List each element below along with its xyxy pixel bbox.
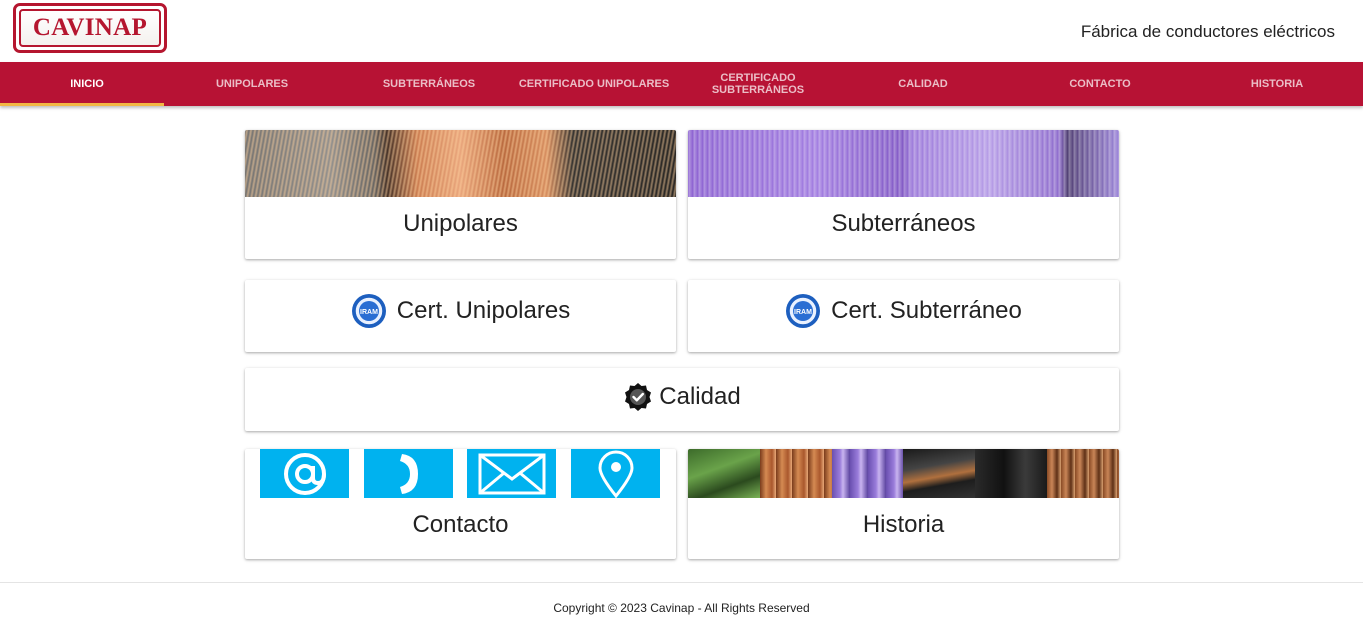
card-title: Unipolares <box>403 210 518 237</box>
card-cert-unipolares[interactable]: IRAM Cert. Unipolares <box>245 280 676 352</box>
nav-item-inicio[interactable]: INICIO <box>10 62 164 106</box>
nav-item-unipolares[interactable]: UNIPOLARES <box>175 62 329 106</box>
nav-item-certificado-subterraneos[interactable]: CERTIFICADO SUBTERRÁNEOS <box>700 62 816 106</box>
card-title: Cert. Subterráneo <box>831 297 1022 324</box>
nav-item-certificado-unipolares[interactable]: CERTIFICADO UNIPOLARES <box>508 62 680 106</box>
card-contacto[interactable]: Contacto <box>245 449 676 559</box>
card-title: Calidad <box>659 383 741 410</box>
card-title: Historia <box>862 511 945 538</box>
card-title: Contacto <box>412 511 509 538</box>
tagline: Fábrica de conductores eléctricos <box>1080 22 1335 41</box>
at-icon <box>260 449 349 498</box>
nav-item-subterraneos[interactable]: SUBTERRÁNEOS <box>352 62 506 106</box>
iram-seal-icon: IRAM <box>351 294 386 328</box>
svg-text:IRAM: IRAM <box>360 309 378 316</box>
nav-item-calidad[interactable]: CALIDAD <box>846 62 1000 106</box>
main-nav: INICIO UNIPOLARES SUBTERRÁNEOS CERTIFICA… <box>0 62 1363 106</box>
phone-icon <box>364 449 453 498</box>
card-subterraneos[interactable]: Subterráneos <box>688 130 1119 259</box>
contact-icons-strip <box>245 449 676 498</box>
logo-frame: CAVINAP <box>19 9 161 47</box>
verified-badge-icon <box>625 383 652 411</box>
purple-cable-photo <box>688 130 1119 197</box>
card-title: Cert. Unipolares <box>396 297 571 324</box>
logo-text: CAVINAP <box>32 14 148 41</box>
copyright-text: Copyright © 2023 Cavinap - All Rights Re… <box>553 601 810 615</box>
card-historia[interactable]: Historia <box>688 449 1119 559</box>
footer: Copyright © 2023 Cavinap - All Rights Re… <box>0 582 1363 639</box>
header: CAVINAP Fábrica de conductores eléctrico… <box>0 0 1363 62</box>
nav-item-contacto[interactable]: CONTACTO <box>1023 62 1177 106</box>
card-title: Subterráneos <box>831 210 976 237</box>
svg-text:IRAM: IRAM <box>794 309 812 316</box>
envelope-icon <box>467 449 556 498</box>
cavinap-logo[interactable]: CAVINAP <box>13 3 167 53</box>
iram-seal-icon: IRAM <box>786 294 821 328</box>
card-calidad[interactable]: Calidad <box>245 368 1119 431</box>
copper-cable-photo <box>245 130 676 197</box>
cable-collage-photo <box>688 449 1119 498</box>
active-nav-indicator <box>0 103 164 106</box>
nav-item-historia[interactable]: HISTORIA <box>1200 62 1354 106</box>
card-cert-subterraneo[interactable]: IRAM Cert. Subterráneo <box>688 280 1119 352</box>
card-unipolares[interactable]: Unipolares <box>245 130 676 259</box>
location-pin-icon <box>571 449 660 498</box>
